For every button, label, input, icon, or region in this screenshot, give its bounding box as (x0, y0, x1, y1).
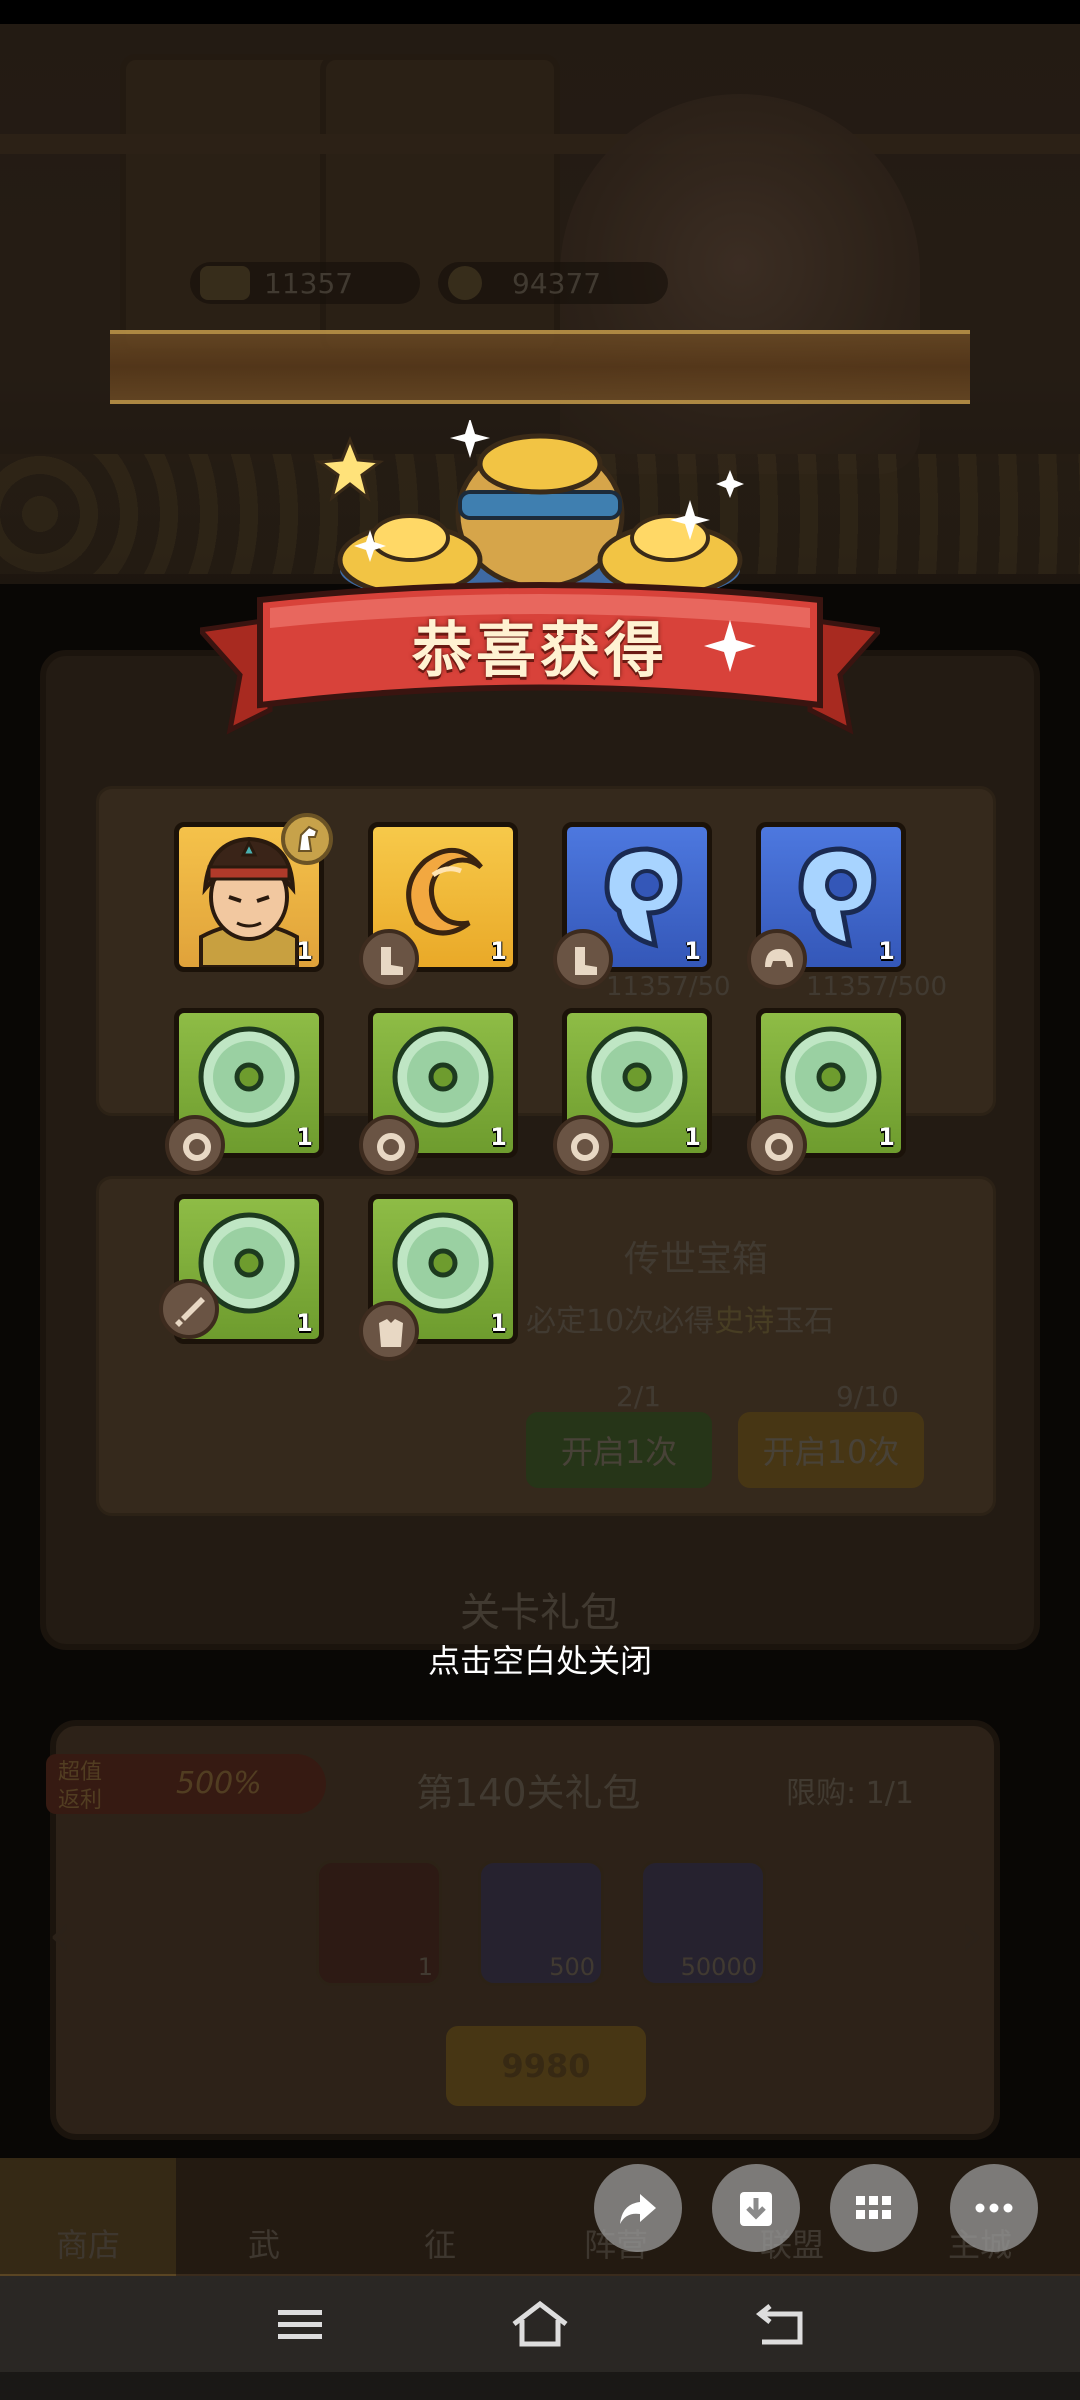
item-count: 1 (684, 1123, 701, 1151)
reward-banner: 恭喜获得 (200, 580, 880, 750)
boots-icon (553, 929, 613, 989)
download-button[interactable] (712, 2164, 800, 2252)
share-button[interactable] (594, 2164, 682, 2252)
item-count: 1 (296, 1123, 313, 1151)
ring-icon (553, 1115, 613, 1175)
apps-button[interactable] (830, 2164, 918, 2252)
ring-icon (747, 1115, 807, 1175)
more-icon (975, 2203, 1013, 2213)
download-icon (740, 2192, 772, 2226)
item-count: 1 (684, 937, 701, 965)
home-button[interactable] (500, 2296, 580, 2352)
item-count: 1 (296, 1309, 313, 1337)
home-icon (512, 2300, 568, 2347)
reward-item-jade-disc[interactable]: 1 (359, 1194, 518, 1361)
ring-icon (165, 1115, 225, 1175)
reward-item-jade-disc[interactable]: 1 (747, 1008, 906, 1175)
share-icon (620, 2194, 656, 2224)
popup-header-bar (110, 330, 970, 404)
ring-icon (359, 1115, 419, 1175)
grid-icon (856, 2196, 891, 2219)
item-count: 1 (878, 1123, 895, 1151)
system-nav-bar (0, 2276, 1080, 2372)
reward-item-jade-disc[interactable]: 1 (359, 1008, 518, 1175)
bottom-inset (0, 2372, 1080, 2400)
item-count: 1 (878, 937, 895, 965)
reward-item-hero[interactable]: 1 (174, 813, 333, 972)
reward-item-jade-disc[interactable]: 1 (159, 1194, 324, 1344)
popup-title: 恭喜获得 (412, 616, 668, 686)
menu-icon (278, 2310, 322, 2339)
status-bar (0, 0, 1080, 24)
back-icon (755, 2304, 803, 2345)
reward-item-blue-horn[interactable]: 1 (747, 822, 906, 989)
item-count: 1 (490, 1123, 507, 1151)
boots-icon (359, 929, 419, 989)
sword-icon (159, 1279, 219, 1339)
reward-item-gold-horn[interactable]: 1 (359, 822, 518, 989)
more-button[interactable] (950, 2164, 1038, 2252)
item-count: 1 (296, 937, 313, 965)
reward-item-jade-disc[interactable]: 1 (165, 1008, 324, 1175)
horse-icon (281, 813, 333, 865)
menu-button[interactable] (260, 2296, 340, 2352)
item-count: 1 (490, 937, 507, 965)
close-hint: 点击空白处关闭 (427, 1642, 652, 1680)
reward-item-jade-disc[interactable]: 1 (553, 1008, 712, 1175)
item-count: 1 (490, 1309, 507, 1337)
helmet-icon (747, 929, 807, 989)
reward-item-blue-horn[interactable]: 1 (553, 822, 712, 989)
back-button[interactable] (740, 2296, 820, 2352)
armor-icon (359, 1301, 419, 1361)
